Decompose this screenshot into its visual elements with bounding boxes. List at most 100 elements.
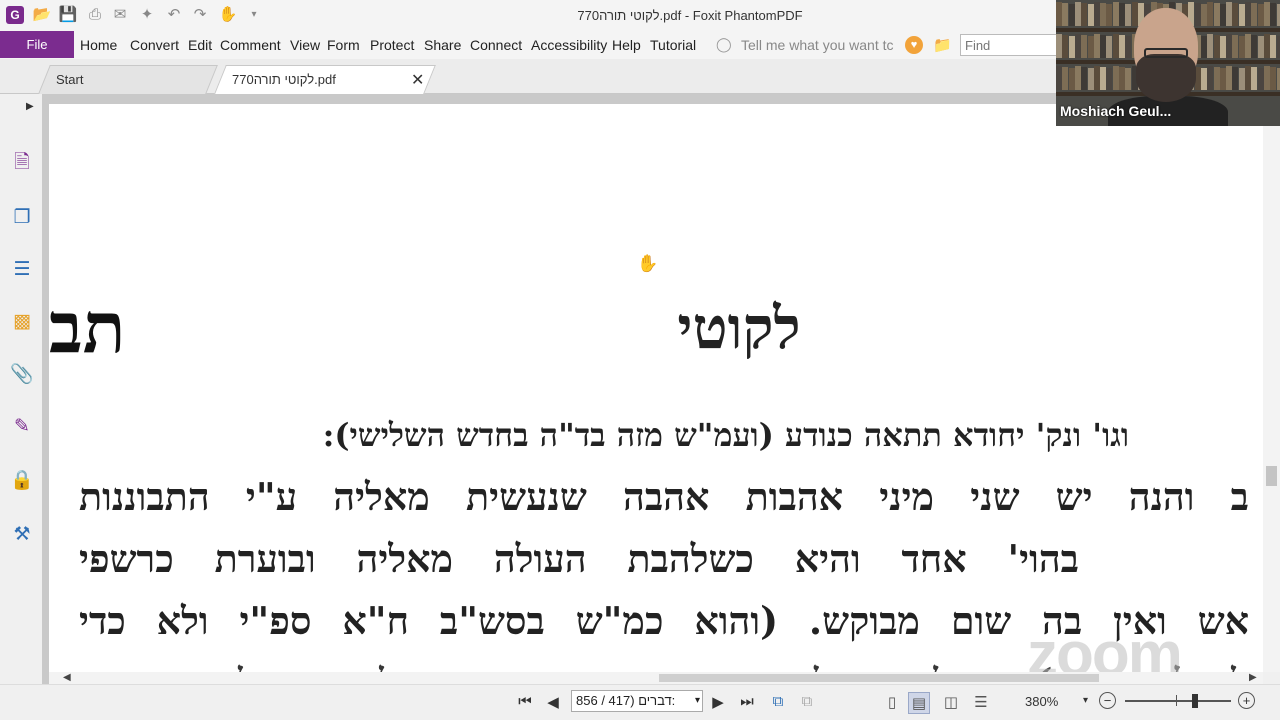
menu-form[interactable]: Form xyxy=(327,37,360,53)
customize-quick-access-icon[interactable]: ▾ xyxy=(244,6,264,24)
continuous-facing-view-icon[interactable]: ☰ xyxy=(970,692,992,714)
bookmark-panel-icon[interactable]: 🗎 xyxy=(9,150,35,176)
previous-view-icon[interactable]: ⧉ xyxy=(768,693,788,710)
feedback-heart-icon[interactable]: ♥ xyxy=(905,36,923,54)
page-number-value: 85דברים (417 / 6: xyxy=(576,693,676,708)
book-spine xyxy=(1226,2,1233,26)
tab-document-label: 770לקוטי תורה.pdf xyxy=(232,72,336,87)
menu-share[interactable]: Share xyxy=(424,37,461,53)
menu-connect[interactable]: Connect xyxy=(470,37,522,53)
book-spine xyxy=(1207,66,1214,90)
book-spine xyxy=(1200,4,1207,26)
menu-tutorial[interactable]: Tutorial xyxy=(650,37,696,53)
book-spine xyxy=(1232,35,1239,58)
find-input[interactable] xyxy=(960,34,1060,56)
book-spine xyxy=(1119,3,1125,26)
file-menu-button[interactable]: File xyxy=(0,31,74,58)
menu-view[interactable]: View xyxy=(290,37,320,53)
next-page-icon[interactable]: ▶ xyxy=(708,693,728,711)
tell-me-search[interactable]: Tell me what you want tc xyxy=(741,37,898,53)
book-spine xyxy=(1100,3,1107,26)
expand-panel-icon[interactable]: ▶ xyxy=(26,101,34,112)
page-number-field[interactable]: 85דברים (417 / 6: ▾ xyxy=(571,690,703,712)
horizontal-scrollbar[interactable]: ◀ ▶ xyxy=(49,672,1263,684)
book-spine xyxy=(1056,66,1062,90)
window-title: 770לקוטי תורה.pdf - Foxit PhantomPDF xyxy=(577,8,803,23)
previous-page-icon[interactable]: ◀ xyxy=(543,693,563,711)
zoom-dropdown-icon[interactable]: ▾ xyxy=(1083,695,1088,706)
sidebar-splitter[interactable] xyxy=(42,94,49,684)
book-spine xyxy=(1062,35,1069,58)
zoom-slider-thumb[interactable] xyxy=(1191,694,1198,708)
book-spine xyxy=(1106,68,1113,90)
undo-icon[interactable]: ↶ xyxy=(164,6,184,24)
new-file-icon[interactable]: ✦ xyxy=(137,6,157,24)
continuous-page-view-icon[interactable]: ▤ xyxy=(908,692,930,714)
book-spine xyxy=(1251,35,1258,58)
facing-pages-view-icon[interactable]: ◫ xyxy=(940,692,962,714)
book-spine xyxy=(1081,67,1088,90)
book-spine xyxy=(1081,35,1088,58)
chevron-down-icon[interactable]: ▾ xyxy=(695,691,700,711)
text-line: ב והנה יש שני מיני אהבות אהבה שנעשית מאל… xyxy=(79,474,1249,519)
book-spine xyxy=(1245,2,1251,26)
book-spine xyxy=(1219,68,1226,90)
attachments-icon[interactable]: 📎 xyxy=(9,362,35,388)
scroll-left-arrow-icon[interactable]: ◀ xyxy=(63,672,71,683)
zoom-slider-track[interactable] xyxy=(1125,700,1231,702)
zoom-out-icon[interactable]: − xyxy=(1099,692,1116,709)
book-spine xyxy=(1112,34,1119,58)
navigation-sidebar: ▶ 🗎 ❐ ☰ ▩ 📎 ✎ 🔒 ⚒ xyxy=(0,94,44,684)
vertical-scroll-thumb[interactable] xyxy=(1266,466,1277,486)
last-page-icon[interactable]: ⏭ xyxy=(737,693,757,710)
comments-panel-icon[interactable]: ▩ xyxy=(9,309,35,335)
zoom-in-icon[interactable]: + xyxy=(1238,692,1255,709)
book-spine xyxy=(1056,34,1062,58)
book-spine xyxy=(1087,4,1094,26)
single-page-view-icon[interactable]: ▯ xyxy=(881,692,903,714)
page-thumbnails-icon[interactable]: ❐ xyxy=(9,205,35,231)
signature-panel-icon[interactable]: ✎ xyxy=(9,414,35,440)
close-tab-icon[interactable]: ✕ xyxy=(411,70,424,90)
book-spine xyxy=(1257,4,1264,26)
book-spine xyxy=(1081,3,1088,26)
menu-accessibility[interactable]: Accessibility xyxy=(531,37,607,53)
vertical-scrollbar[interactable] xyxy=(1263,104,1280,672)
menu-protect[interactable]: Protect xyxy=(370,37,414,53)
book-spine xyxy=(1245,66,1251,90)
video-call-overlay[interactable]: Moshiach Geul... xyxy=(1056,0,1280,126)
book-spine xyxy=(1213,35,1220,58)
first-page-icon[interactable]: ⏮ xyxy=(515,693,535,710)
book-spine xyxy=(1232,3,1239,26)
pdf-document-page[interactable]: תב לקוטי ✋ וגו' ונק' יחודא תתאה כנודע (ו… xyxy=(49,104,1263,672)
save-icon[interactable]: 💾 xyxy=(58,6,78,24)
book-spine xyxy=(1131,2,1138,26)
menu-comment[interactable]: Comment xyxy=(220,37,281,53)
open-folder-icon[interactable]: 📂 xyxy=(32,6,52,24)
layers-icon[interactable]: ☰ xyxy=(9,257,35,283)
hand-tool-icon[interactable]: ✋ xyxy=(218,6,238,24)
redo-icon[interactable]: ↷ xyxy=(190,6,210,24)
folder-search-icon[interactable]: 📁 xyxy=(933,36,953,54)
zoom-level[interactable]: 380% xyxy=(1025,694,1058,709)
tab-start-label: Start xyxy=(56,72,84,87)
book-spine xyxy=(1112,2,1119,26)
scroll-right-arrow-icon[interactable]: ▶ xyxy=(1249,672,1257,683)
book-spine xyxy=(1200,36,1207,58)
email-icon[interactable]: ✉ xyxy=(110,6,130,24)
menu-edit[interactable]: Edit xyxy=(188,37,212,53)
security-lock-icon[interactable]: 🔒 xyxy=(9,468,35,494)
book-spine xyxy=(1125,36,1132,58)
menu-convert[interactable]: Convert xyxy=(130,37,179,53)
book-spine xyxy=(1112,66,1119,90)
book-spine xyxy=(1263,2,1270,26)
book-spine xyxy=(1207,2,1214,26)
horizontal-scroll-thumb[interactable] xyxy=(659,674,1099,682)
user-tools-icon[interactable]: ⚒ xyxy=(9,522,35,548)
menu-home[interactable]: Home xyxy=(80,37,117,53)
next-view-icon[interactable]: ⧉ xyxy=(797,693,817,710)
menu-help[interactable]: Help xyxy=(612,37,641,53)
print-icon[interactable]: ⎙ xyxy=(85,6,105,24)
book-spine xyxy=(1263,66,1270,90)
book-spine xyxy=(1100,67,1107,90)
